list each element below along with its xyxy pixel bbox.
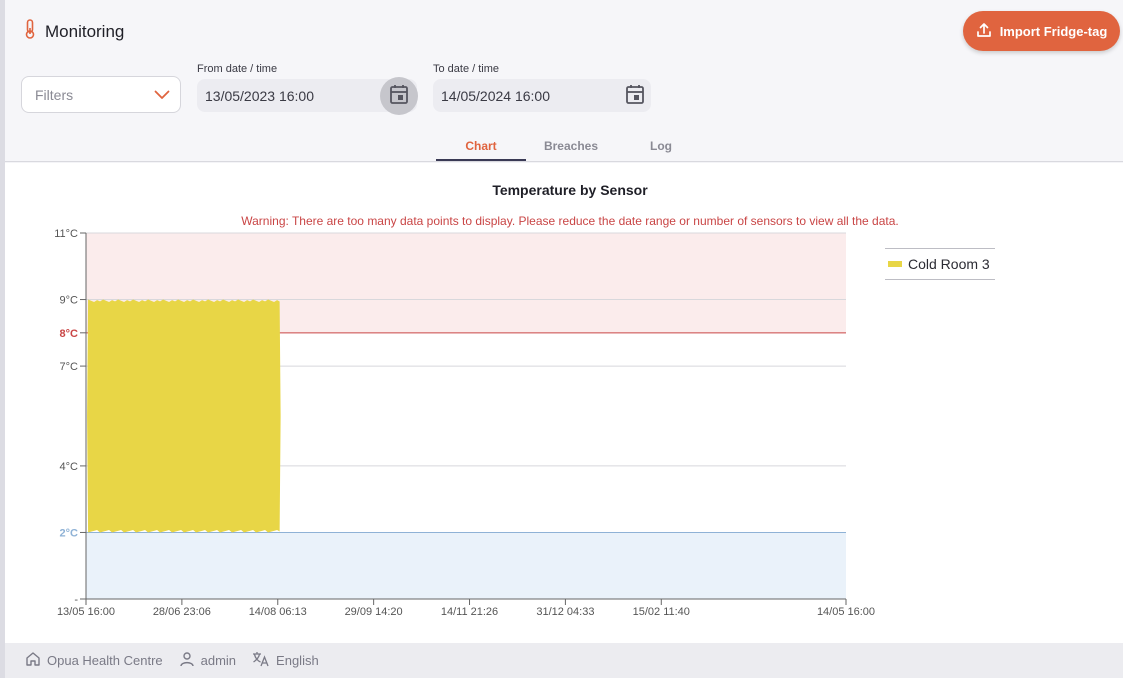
- view-tabs: Chart Breaches Log: [436, 131, 706, 161]
- footer-language[interactable]: English: [252, 651, 319, 670]
- y-tick-label: 4°C: [60, 461, 79, 473]
- low-breach-zone: [86, 532, 846, 599]
- footer-store-label: Opua Health Centre: [47, 653, 163, 668]
- user-icon: [179, 651, 195, 670]
- from-date-label: From date / time: [197, 63, 278, 75]
- thermometer-icon: [23, 19, 37, 44]
- tab-breaches[interactable]: Breaches: [526, 131, 616, 161]
- to-date-calendar-button[interactable]: [616, 77, 654, 115]
- to-date-label: To date / time: [433, 63, 500, 75]
- footer-user[interactable]: admin: [179, 651, 236, 670]
- footer-language-label: English: [276, 653, 319, 668]
- x-tick-label: 31/12 04:33: [536, 606, 594, 618]
- x-tick-label: 15/02 11:40: [633, 606, 690, 618]
- temperature-chart: 11°C 9°C 8°C 7°C 4°C 2°C -13/05 16:00 28/06 23:…: [54, 228, 875, 618]
- page-header: Monitoring Import Fridge-tag Filters Fro…: [5, 0, 1123, 162]
- to-date-value: 14/05/2024 16:00: [441, 87, 550, 104]
- chart-legend[interactable]: Cold Room 3: [885, 248, 995, 280]
- from-date-calendar-button[interactable]: [380, 77, 418, 115]
- calendar-icon: [626, 84, 644, 109]
- legend-label: Cold Room 3: [908, 256, 990, 272]
- filters-select[interactable]: Filters: [21, 76, 181, 113]
- calendar-icon: [390, 84, 408, 109]
- tab-log[interactable]: Log: [616, 131, 706, 161]
- series-band-cold-room-3: [87, 299, 281, 533]
- import-button-label: Import Fridge-tag: [999, 23, 1108, 39]
- tab-chart[interactable]: Chart: [436, 131, 526, 161]
- status-footer: Opua Health Centre admin English: [5, 643, 1123, 678]
- chevron-down-icon: [154, 87, 170, 103]
- home-icon: [25, 651, 41, 670]
- x-tick-label: 29/09 14:20: [345, 606, 403, 618]
- footer-user-label: admin: [200, 653, 237, 668]
- x-tick-label: 28/06 23:06: [153, 606, 211, 618]
- legend-swatch: [888, 261, 902, 267]
- upload-icon: [976, 22, 992, 41]
- from-date-value: 13/05/2023 16:00: [205, 87, 314, 104]
- page-title-group: Monitoring: [23, 19, 124, 44]
- chart-panel: Temperature by Sensor Warning: There are…: [5, 163, 1123, 643]
- y-tick-label: -: [74, 594, 78, 606]
- x-tick-label: 14/05 16:00: [817, 606, 875, 618]
- footer-store[interactable]: Opua Health Centre: [25, 651, 163, 670]
- y-tick-label: 2°C: [60, 527, 79, 539]
- y-tick-label: 9°C: [60, 295, 79, 307]
- import-fridge-tag-button[interactable]: Import Fridge-tag: [963, 11, 1120, 51]
- y-tick-label: 7°C: [60, 361, 79, 373]
- y-tick-label: 11°C: [54, 228, 78, 240]
- main-area: Monitoring Import Fridge-tag Filters Fro…: [5, 0, 1123, 678]
- y-tick-label: 8°C: [60, 328, 79, 340]
- x-tick-label: 14/11 21:26: [441, 606, 498, 618]
- page-title: Monitoring: [45, 21, 125, 41]
- translate-icon: [252, 651, 270, 670]
- x-tick-label: 13/05 16:00: [57, 606, 115, 618]
- x-tick-label: 14/08 06:13: [249, 606, 307, 618]
- filters-placeholder: Filters: [35, 86, 74, 103]
